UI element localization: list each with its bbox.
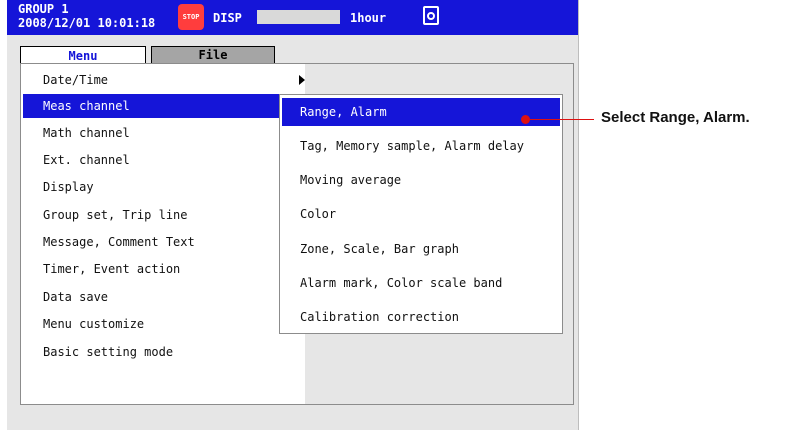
menu-item-label: Data save — [43, 290, 109, 304]
submenu-item-range-alarm[interactable]: Range, Alarm — [282, 98, 560, 126]
menu-item-group-set[interactable]: Group set, Trip line — [23, 203, 303, 227]
menu-item-timer[interactable]: Timer, Event action — [23, 257, 303, 281]
menu-item-label: Timer, Event action — [43, 262, 181, 276]
main-menu: Date/Time Meas channel Math channel Ext.… — [21, 64, 305, 404]
tab-menu[interactable]: Menu — [20, 46, 146, 64]
menu-item-date-time[interactable]: Date/Time — [23, 68, 305, 92]
status-bar: GROUP 1 2008/12/01 10:01:18 STOP DISP 1h… — [7, 0, 578, 35]
menu-item-message[interactable]: Message, Comment Text — [23, 230, 303, 254]
submenu-item-label: Tag, Memory sample, Alarm delay — [300, 139, 524, 153]
timescale-bar — [257, 10, 340, 24]
camera-icon[interactable] — [423, 6, 439, 25]
submenu-item-alarm-mark[interactable]: Alarm mark, Color scale band — [282, 269, 560, 297]
menu-item-math-channel[interactable]: Math channel — [23, 121, 303, 145]
stop-icon: STOP — [178, 4, 204, 30]
callout-line — [530, 119, 594, 120]
submenu-item-zone-scale[interactable]: Zone, Scale, Bar graph — [282, 235, 560, 263]
menu-item-label: Ext. channel — [43, 153, 130, 167]
menu-item-label: Message, Comment Text — [43, 235, 195, 249]
menu-item-data-save[interactable]: Data save — [23, 285, 303, 309]
submenu-item-label: Range, Alarm — [300, 105, 387, 119]
submenu-item-label: Calibration correction — [300, 310, 459, 324]
submenu-item-label: Alarm mark, Color scale band — [300, 276, 503, 290]
submenu-item-moving-average[interactable]: Moving average — [282, 166, 560, 194]
submenu-item-label: Moving average — [300, 173, 402, 187]
submenu-item-color[interactable]: Color — [282, 200, 560, 228]
menu-item-label: Math channel — [43, 126, 130, 140]
menu-item-label: Meas channel — [43, 99, 130, 113]
submenu-item-tag-memory[interactable]: Tag, Memory sample, Alarm delay — [282, 132, 560, 160]
menu-item-label: Date/Time — [43, 73, 109, 87]
menu-item-label: Group set, Trip line — [43, 208, 188, 222]
menu-item-label: Basic setting mode — [43, 345, 174, 359]
group-name: GROUP 1 — [18, 2, 69, 16]
menu-item-basic-setting[interactable]: Basic setting mode — [23, 340, 303, 364]
callout-text: Select Range, Alarm. — [601, 109, 750, 126]
disp-label: DISP — [213, 11, 242, 25]
timescale-label: 1hour — [350, 11, 387, 25]
chevron-right-icon — [299, 75, 305, 85]
menu-item-meas-channel[interactable]: Meas channel — [23, 94, 303, 118]
menu-item-label: Display — [43, 180, 94, 194]
menu-item-display[interactable]: Display — [23, 175, 303, 199]
submenu-item-label: Color — [300, 207, 337, 221]
menu-item-label: Menu customize — [43, 317, 145, 331]
menu-item-menu-customize[interactable]: Menu customize — [23, 312, 303, 336]
callout-dot — [521, 115, 530, 124]
menu-item-ext-channel[interactable]: Ext. channel — [23, 148, 303, 172]
tab-file[interactable]: File — [151, 46, 275, 64]
recorder-screen: GROUP 1 2008/12/01 10:01:18 STOP DISP 1h… — [7, 0, 579, 430]
submenu-item-label: Zone, Scale, Bar graph — [300, 242, 459, 256]
submenu-item-calibration[interactable]: Calibration correction — [282, 303, 560, 331]
datetime-display: 2008/12/01 10:01:18 — [18, 16, 156, 30]
submenu-meas-channel: Range, Alarm Tag, Memory sample, Alarm d… — [279, 94, 563, 334]
